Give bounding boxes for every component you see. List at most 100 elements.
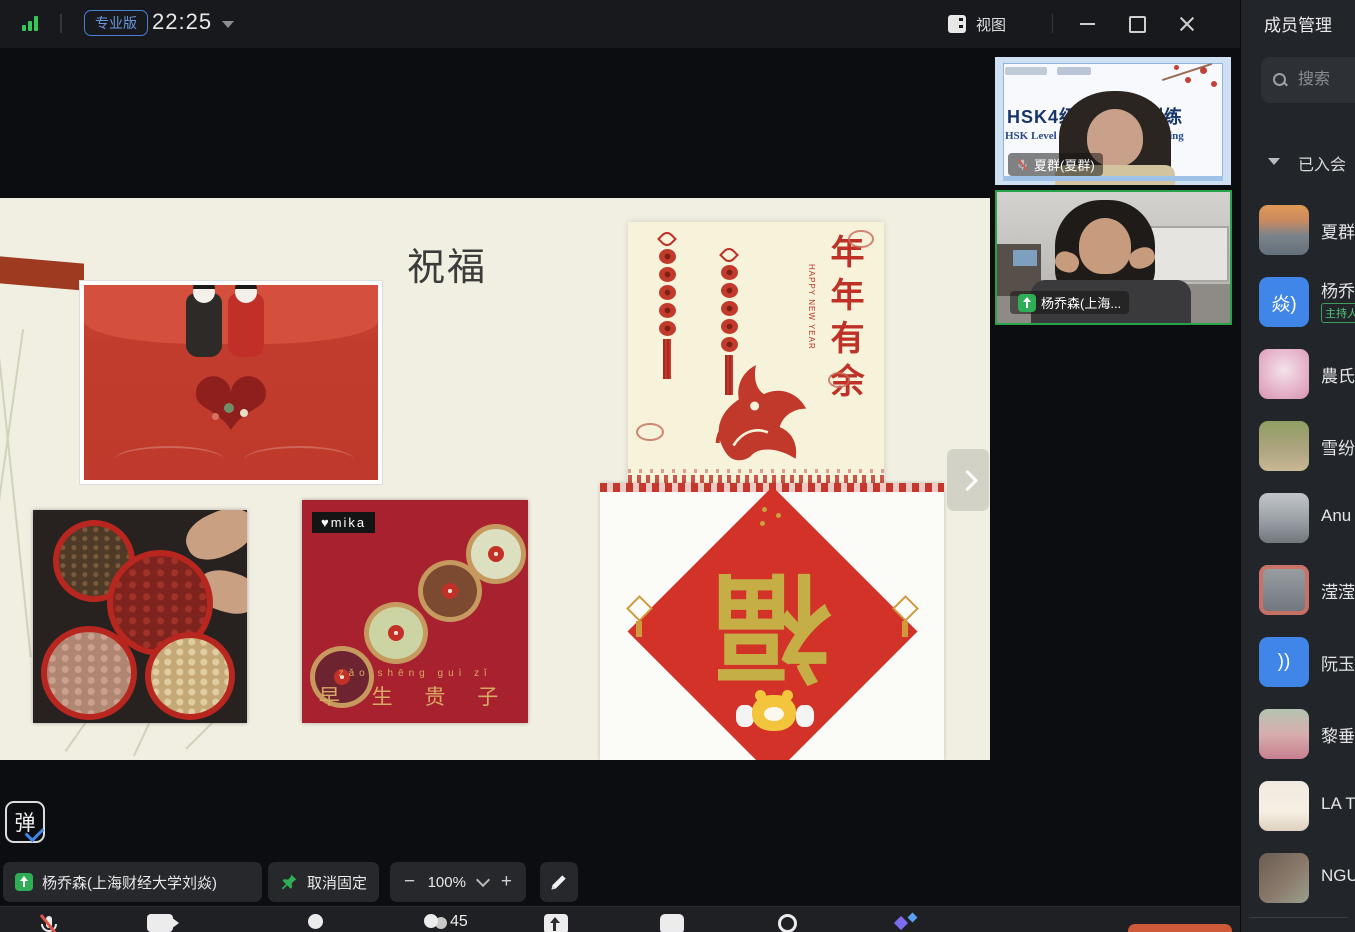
avatar [1259,853,1309,903]
plant-decoration [0,329,24,587]
decoration [776,513,781,518]
mika-baskets-image: ♥mika zǎo shēng guì zǐ 早 生 贵 子 [302,500,528,723]
meeting-app-window: 专业版 22:25 视图 祝福 ❤ [0,0,1355,932]
screen-sharing-icon [1018,294,1036,312]
close-button[interactable] [1172,10,1202,38]
member-name: 農氏 [1321,362,1355,387]
member-row[interactable]: 焱) 杨乔 主持人 [1241,277,1355,327]
mic-muted-button[interactable] [36,914,62,932]
slide-title: 祝福 [407,236,487,291]
mika-brand-label: ♥mika [312,512,375,533]
chevron-down-icon[interactable] [476,873,490,887]
ai-assistant-button[interactable] [894,914,920,932]
zoom-out-button[interactable]: − [404,871,415,893]
participant-name-chip: 夏群(夏群) [1008,153,1103,176]
participant-name: 杨乔森(上海... [1041,293,1121,312]
layout-icon [948,15,966,33]
unpin-button[interactable]: 取消固定 [268,862,379,902]
participant-face [1079,218,1131,274]
annotate-button[interactable] [540,862,578,902]
university-logo [1005,67,1047,75]
member-list: 夏群 焱) 杨乔 主持人 農氏 雪纷 Anu 滢滢 [1241,205,1355,903]
member-name: 杨乔 [1321,277,1355,302]
top-bar: 专业版 22:25 视图 [0,0,1240,48]
next-page-button[interactable] [947,449,989,511]
fish-papercut-image: 年年有余 HAPPY NEW YEAR [628,222,884,487]
koi-fish-illustration [686,340,818,472]
participant-count[interactable]: 45 [450,913,468,931]
search-icon [1273,73,1287,87]
view-label: 视图 [976,14,1006,35]
cloud-decoration [848,230,874,248]
member-row[interactable]: )) 阮玉 [1241,637,1355,687]
avatar [1259,781,1309,831]
cartoon-figure [796,705,814,727]
danmaku-toggle-button[interactable]: 弹 [2,799,46,846]
presenter-name: 杨乔森(上海财经大学刘焱) [42,872,217,893]
member-row[interactable]: 滢滢 [1241,565,1355,615]
tiger-cartoon [752,695,796,731]
video-thumbnail-xiaqun[interactable]: HSK4级 训练 HSK Level IV ning 夏群(夏群) [995,57,1231,185]
groom-doll [186,293,222,357]
blue-object [1013,250,1037,266]
end-meeting-button[interactable] [1128,924,1232,932]
member-name: NGU [1321,866,1355,886]
cloud-decoration [636,423,664,441]
avatar [1259,565,1309,615]
share-screen-button[interactable] [544,914,568,932]
meeting-toolbar: 45 [0,906,1240,932]
member-name: 滢滢 [1321,578,1355,603]
member-row[interactable]: 農氏 [1241,349,1355,399]
chat-button[interactable] [660,914,684,932]
member-row[interactable]: LA T [1241,781,1355,831]
participant-name: 夏群(夏群) [1034,155,1095,174]
zoom-in-button[interactable]: + [501,871,512,893]
ribbon-decoration [0,256,84,290]
member-row[interactable]: 夏群 [1241,205,1355,255]
bride-doll [228,293,264,357]
participants-button[interactable] [424,914,438,928]
unpin-label: 取消固定 [307,872,367,893]
avatar [1259,709,1309,759]
wedding-bed-photo: ❤ [80,281,382,484]
fish-caption-en: HAPPY NEW YEAR [807,264,816,350]
avatar-initials: )) [1259,637,1309,687]
search-box[interactable] [1261,57,1355,103]
divider [1052,14,1053,33]
mic-muted-icon [1016,158,1029,171]
camera-button[interactable] [147,914,173,932]
wave-decoration [628,469,884,473]
embroidery-decoration [244,446,354,474]
minimize-button[interactable] [1072,10,1102,38]
security-button[interactable] [308,914,323,929]
zoom-level-value[interactable]: 100% [428,874,466,891]
firecracker-decoration [654,232,680,379]
decoration [224,403,234,413]
member-management-panel: 成员管理 已入会 夏群 焱) 杨乔 主持人 農氏 [1240,0,1355,932]
maximize-button[interactable] [1122,10,1152,38]
shared-screen-slide: 祝福 ❤ 年年有余 HAPPY NEW YEAR [0,198,990,760]
chevron-down-icon[interactable] [222,21,234,28]
view-layout-button[interactable]: 视图 [948,10,1006,38]
joined-section-header[interactable]: 已入会 [1241,150,1355,174]
zoom-control: − 100% + [390,862,526,902]
institute-logo [1057,67,1091,75]
plant-decoration [0,359,32,658]
member-row[interactable]: 黎垂 [1241,709,1355,759]
presenter-label-button[interactable]: 杨乔森(上海财经大学刘焱) [3,862,262,902]
member-name: 阮玉 [1321,650,1355,675]
pin-icon [280,873,298,891]
divider [1249,917,1348,918]
member-row[interactable]: Anu [1241,493,1355,543]
triangle-down-icon [1268,158,1280,165]
search-input[interactable] [1296,70,1355,90]
tassel-decoration [902,621,908,637]
basket [364,602,428,664]
video-thumbnail-yangqiaosen[interactable]: 杨乔森(上海... [995,190,1232,325]
divider [60,14,62,33]
embroidery-decoration [114,446,224,474]
record-button[interactable] [778,914,797,932]
member-row[interactable]: NGU [1241,853,1355,903]
avatar: 焱) [1259,277,1309,327]
member-row[interactable]: 雪纷 [1241,421,1355,471]
